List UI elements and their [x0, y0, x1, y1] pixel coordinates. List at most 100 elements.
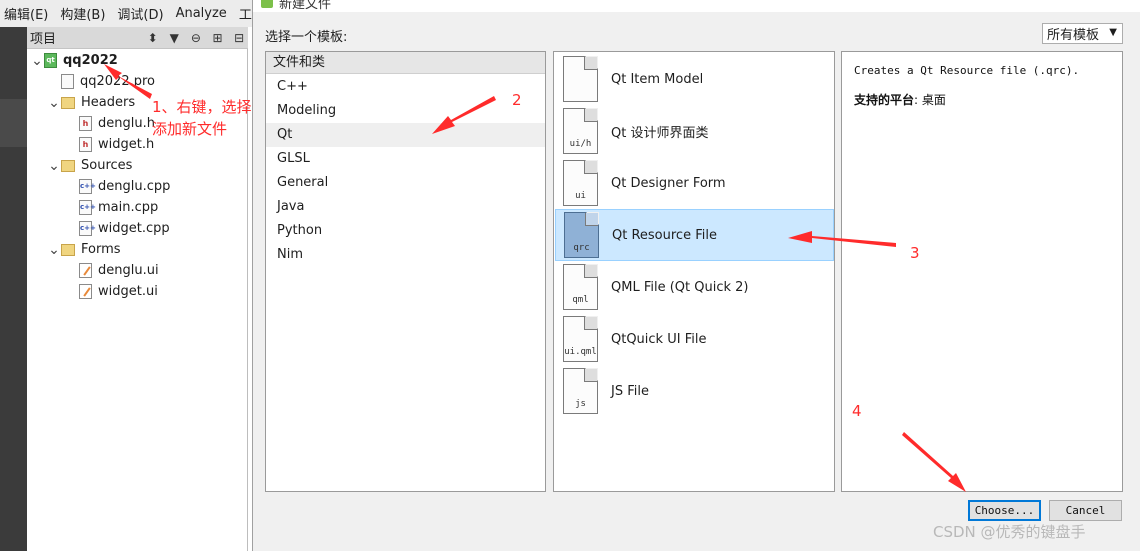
file-ext-label: qml	[572, 295, 589, 305]
category-item[interactable]: Nim	[266, 243, 545, 267]
tree-file[interactable]: c++ main.cpp	[65, 197, 158, 218]
menu-item[interactable]: 编辑(E)	[4, 4, 48, 23]
tree-item-label: Sources	[81, 158, 133, 173]
annotation-step3: 3	[910, 244, 920, 262]
template-name: Qt Resource File	[612, 227, 717, 243]
expand-arrow-icon[interactable]: ⌄	[30, 54, 44, 68]
split-icon[interactable]: ⊞	[209, 30, 227, 46]
choose-button[interactable]: Choose...	[968, 500, 1041, 521]
template-item[interactable]: ui Qt Designer Form	[555, 157, 834, 209]
mode-selector-active[interactable]	[0, 99, 27, 147]
expand-arrow-icon[interactable]: ⌄	[47, 159, 61, 173]
template-filter-dropdown[interactable]: 所有模板 ▼	[1042, 23, 1123, 44]
cpp-file-icon: c++	[79, 200, 96, 215]
template-item[interactable]: js JS File	[555, 365, 834, 417]
tree-file[interactable]: qq2022.pro	[47, 71, 155, 92]
template-name: Qt Item Model	[611, 71, 704, 87]
annotation-step1-line1: 1、右键，选择	[152, 98, 252, 116]
tree-item-label: Forms	[81, 242, 121, 257]
category-item[interactable]: C++	[266, 75, 545, 99]
annotation-step2: 2	[512, 91, 522, 109]
file-ext-label: qrc	[573, 243, 590, 253]
template-item[interactable]: Qt Item Model	[555, 53, 834, 105]
template-name: Qt 设计师界面类	[611, 125, 709, 141]
tree-file[interactable]: denglu.ui	[65, 260, 159, 281]
expand-arrow-icon[interactable]: ⌄	[47, 243, 61, 257]
description-text: Creates a Qt Resource file (.qrc).	[854, 64, 1080, 77]
chevron-down-icon[interactable]: ⬍	[144, 30, 162, 46]
choose-template-label: 选择一个模板:	[265, 30, 348, 45]
category-item[interactable]: Java	[266, 195, 545, 219]
tree-item-label: Headers	[81, 95, 136, 110]
file-template-icon: qrc	[564, 212, 599, 258]
file-template-icon: ui.qml	[563, 316, 598, 362]
menu-bar: 编辑(E) 构建(B) 调试(D) Analyze 工	[0, 0, 252, 27]
dialog-title-bar: 新建文件	[253, 0, 1140, 12]
template-name: QtQuick UI File	[611, 331, 707, 347]
file-template-icon: qml	[563, 264, 598, 310]
platform-value: : 桌面	[914, 93, 946, 107]
tree-file[interactable]: c++ denglu.cpp	[65, 176, 170, 197]
caret-down-icon: ▼	[1109, 27, 1117, 38]
filter-value: 所有模板	[1047, 28, 1100, 43]
link-icon[interactable]: ⊖	[187, 30, 205, 46]
ui-form-icon	[79, 284, 92, 299]
platform-info: 支持的平台: 桌面	[854, 91, 1110, 108]
template-name: Qt Designer Form	[611, 175, 726, 191]
file-ext-label: ui/h	[569, 139, 592, 149]
category-item[interactable]: General	[266, 171, 545, 195]
tree-project-root[interactable]: ⌄ qt qq2022	[30, 50, 118, 71]
tree-folder[interactable]: ⌄ Sources	[47, 155, 132, 176]
file-template-icon	[563, 56, 598, 102]
tree-item-label: denglu.h	[98, 116, 155, 131]
pro-file-icon	[61, 74, 74, 89]
template-item[interactable]: qml QML File (Qt Quick 2)	[555, 261, 834, 313]
tree-item-label: denglu.cpp	[98, 179, 171, 194]
file-template-icon: ui	[563, 160, 598, 206]
filter-icon[interactable]: ▼	[165, 30, 183, 46]
platform-label: 支持的平台	[854, 93, 915, 107]
tree-item-label: widget.cpp	[98, 221, 170, 236]
menu-item[interactable]: Analyze	[176, 6, 227, 21]
category-item[interactable]: GLSL	[266, 147, 545, 171]
cpp-file-icon: c++	[79, 179, 96, 194]
new-file-dialog: 新建文件 选择一个模板: 所有模板 ▼ 文件和类 C++ Modeling Qt GL…	[252, 0, 1140, 551]
annotation-step1-line2: 添加新文件	[152, 120, 228, 138]
file-template-icon: ui/h	[563, 108, 598, 154]
tree-folder[interactable]: ⌄ Forms	[47, 239, 121, 260]
menu-item[interactable]: 调试(D)	[117, 4, 163, 23]
file-ext-label: js	[575, 399, 586, 409]
template-item[interactable]: qrc Qt Resource File	[555, 209, 834, 261]
cancel-button[interactable]: Cancel	[1049, 500, 1122, 521]
file-ext-label: ui.qml	[564, 347, 597, 357]
tree-file[interactable]: c++ widget.cpp	[65, 218, 170, 239]
tree-file[interactable]: h widget.h	[65, 134, 154, 155]
tree-item-label: widget.h	[98, 137, 155, 152]
close-pane-icon[interactable]: ⊟	[230, 30, 248, 46]
template-item[interactable]: ui.qml QtQuick UI File	[555, 313, 834, 365]
annotation-step4: 4	[852, 402, 862, 420]
category-item[interactable]: Modeling	[266, 99, 545, 123]
category-header[interactable]: 文件和类	[266, 52, 545, 74]
template-item[interactable]: ui/h Qt 设计师界面类	[555, 105, 834, 157]
project-view-selector[interactable]: 项目	[30, 28, 140, 47]
tree-folder[interactable]: ⌄ Headers	[47, 92, 135, 113]
file-ext-label: ui	[575, 191, 586, 201]
tree-item-label: denglu.ui	[98, 263, 159, 278]
dialog-title: 新建文件	[279, 0, 332, 12]
tree-file[interactable]: h denglu.h	[65, 113, 155, 134]
watermark: CSDN @优秀的键盘手	[933, 523, 1086, 541]
category-item[interactable]: Qt	[266, 123, 545, 147]
tree-item-label: qq2022.pro	[80, 74, 155, 89]
folder-icon	[61, 96, 75, 109]
menu-item[interactable]: 构建(B)	[60, 4, 105, 23]
expand-arrow-icon[interactable]: ⌄	[47, 96, 61, 110]
category-item[interactable]: Python	[266, 219, 545, 243]
menu-item[interactable]: 工	[239, 4, 252, 23]
header-file-icon: h	[79, 137, 92, 152]
ui-form-icon	[79, 263, 92, 278]
tree-item-label: qq2022	[63, 53, 118, 68]
tree-file[interactable]: widget.ui	[65, 281, 158, 302]
folder-icon	[61, 243, 75, 256]
header-file-icon: h	[79, 116, 92, 131]
